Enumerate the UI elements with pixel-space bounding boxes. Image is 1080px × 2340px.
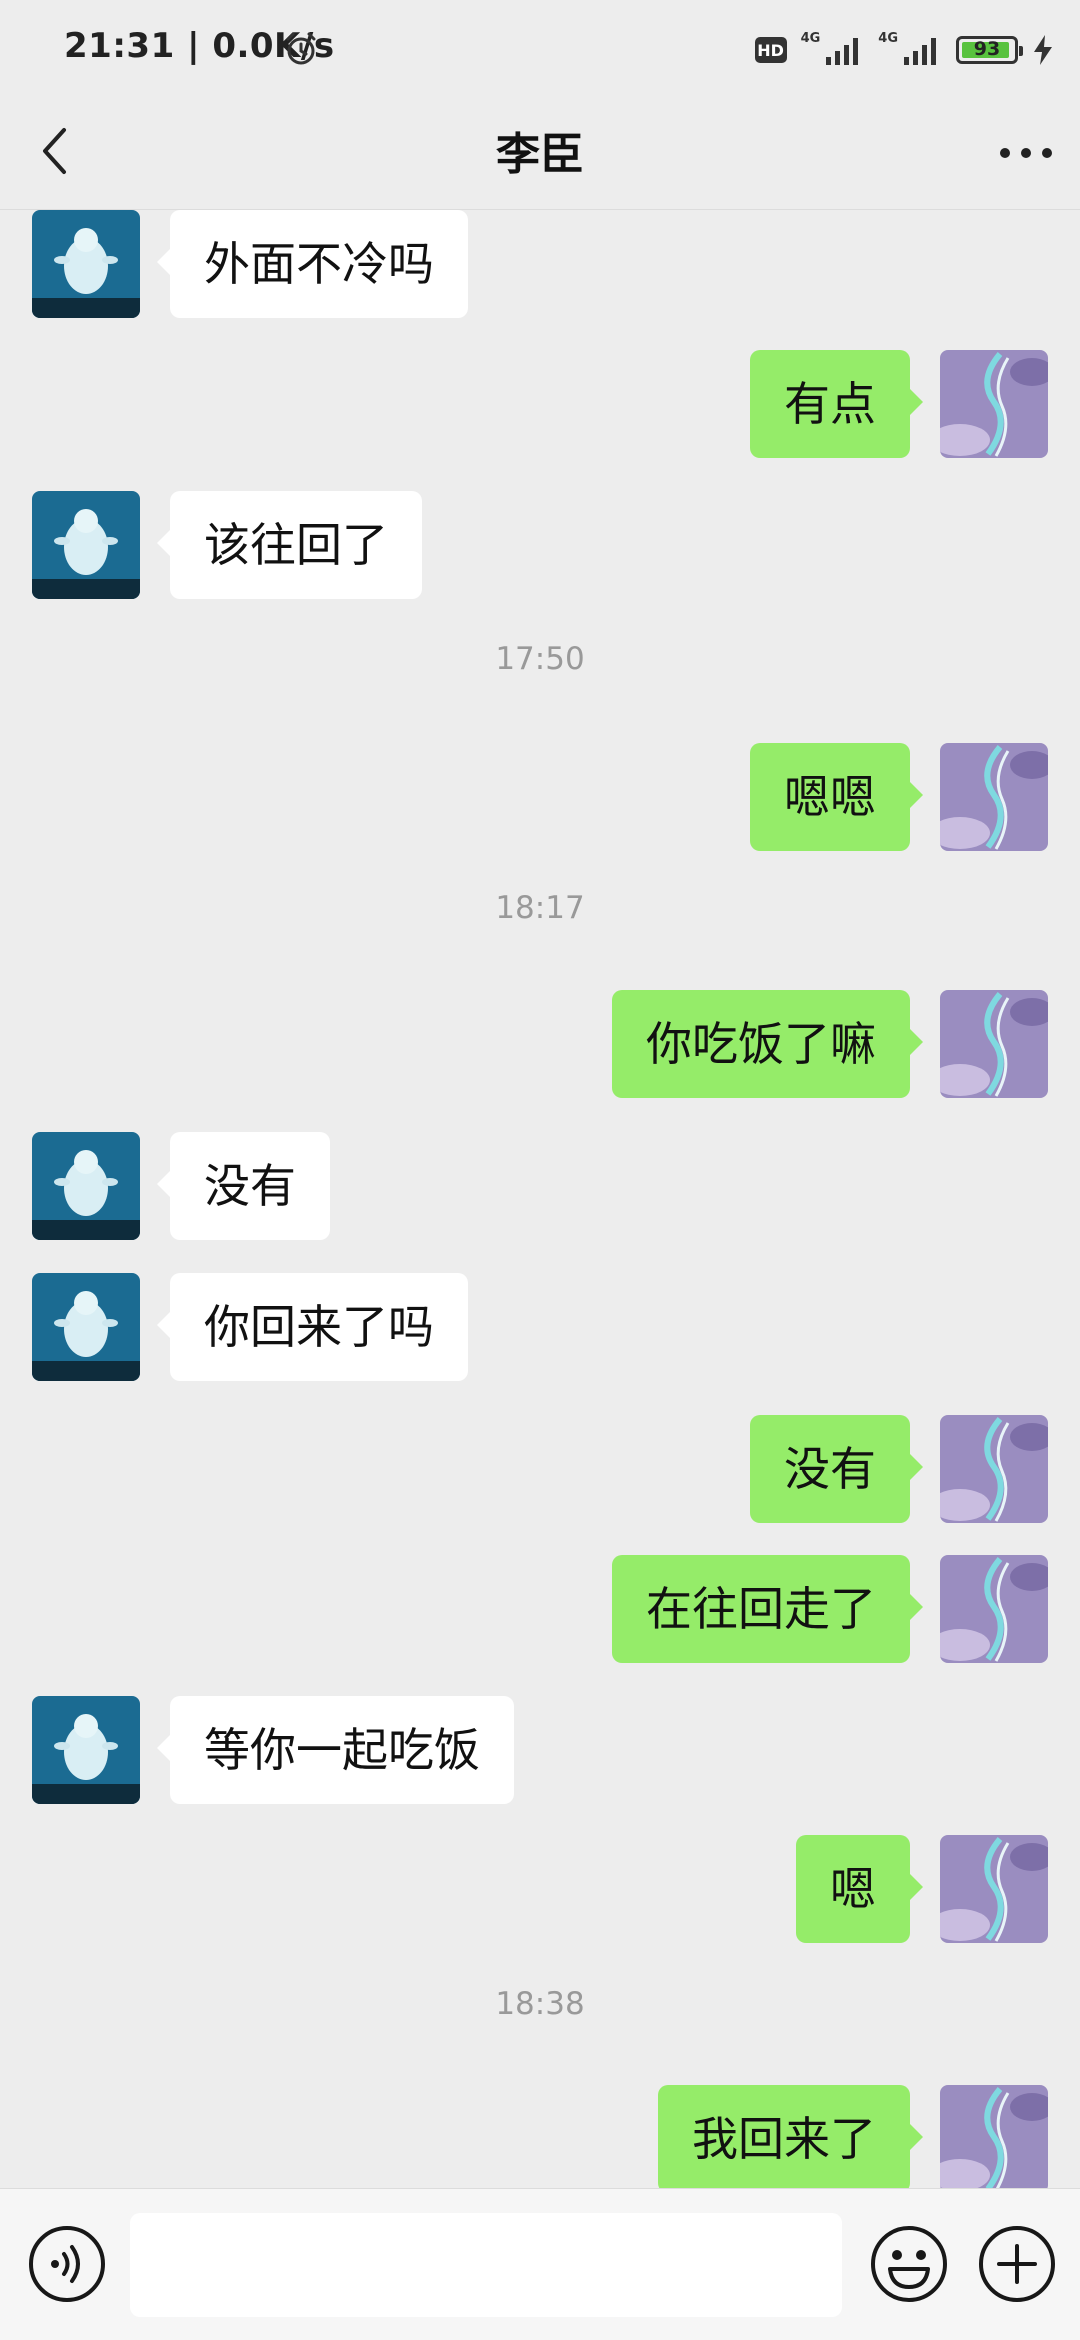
network-type-label: 4G xyxy=(878,30,898,46)
message-timestamp: 18:38 xyxy=(495,1986,585,2022)
outgoing-message: 没有 xyxy=(0,1415,1080,1523)
message-bubble[interactable]: 没有 xyxy=(750,1415,923,1523)
hd-badge: HD xyxy=(754,37,787,63)
emoji-icon xyxy=(871,2226,947,2302)
contact-avatar[interactable] xyxy=(32,491,140,599)
input-bar xyxy=(0,2188,1080,2340)
chat-title: 李臣 xyxy=(496,129,584,180)
charging-icon xyxy=(1034,35,1052,65)
outgoing-message: 你吃饭了嘛 xyxy=(0,990,1080,1098)
my-avatar[interactable] xyxy=(940,1835,1048,1943)
voice-icon xyxy=(29,2226,105,2302)
my-avatar[interactable] xyxy=(940,743,1048,851)
emoji-button[interactable] xyxy=(868,2223,950,2309)
message-bubble[interactable]: 该往回了 xyxy=(157,491,422,599)
status-bar: 21:31 | 0.0K/s HD 4G 4G 93 xyxy=(0,0,1080,96)
message-bubble[interactable]: 嗯 xyxy=(796,1835,923,1943)
my-avatar[interactable] xyxy=(940,1555,1048,1663)
outgoing-message: 嗯嗯 xyxy=(0,743,1080,851)
message-input[interactable] xyxy=(130,2213,842,2317)
voice-button[interactable] xyxy=(26,2223,108,2309)
more-dots-icon xyxy=(1000,148,1052,158)
my-avatar[interactable] xyxy=(940,2085,1048,2188)
message-bubble[interactable]: 等你一起吃饭 xyxy=(157,1696,514,1804)
message-bubble[interactable]: 在往回走了 xyxy=(612,1555,923,1663)
message-bubble[interactable]: 有点 xyxy=(750,350,923,458)
my-avatar[interactable] xyxy=(940,1415,1048,1523)
network-type-label: 4G xyxy=(800,30,821,46)
my-avatar[interactable] xyxy=(940,990,1048,1098)
signal-icon xyxy=(826,38,859,65)
incoming-message: 你回来了吗 xyxy=(0,1273,1080,1381)
incoming-message: 该往回了 xyxy=(0,491,1080,599)
battery-level: 93 xyxy=(973,38,1001,60)
alarm-icon xyxy=(286,32,316,65)
chat-header: 李臣 xyxy=(0,96,1080,210)
my-avatar[interactable] xyxy=(940,350,1048,458)
more-button[interactable] xyxy=(988,118,1064,188)
plus-icon xyxy=(979,2226,1055,2302)
message-bubble[interactable]: 你吃饭了嘛 xyxy=(612,990,923,1098)
contact-avatar[interactable] xyxy=(32,1132,140,1240)
plus-button[interactable] xyxy=(976,2223,1058,2309)
message-timestamp: 18:17 xyxy=(495,890,585,926)
message-bubble[interactable]: 我回来了 xyxy=(658,2085,923,2188)
incoming-message: 没有 xyxy=(0,1132,1080,1240)
battery-icon: 93 xyxy=(956,36,1023,64)
message-bubble[interactable]: 嗯嗯 xyxy=(750,743,923,851)
message-bubble[interactable]: 外面不冷吗 xyxy=(157,210,468,318)
outgoing-message: 嗯 xyxy=(0,1835,1080,1943)
contact-avatar[interactable] xyxy=(32,210,140,318)
chat-messages[interactable]: 外面不冷吗 有点 该往回了 17:50 嗯嗯 18:17 你吃饭了嘛 没有 你回来了吗 没有 在往回… xyxy=(0,210,1080,2188)
signal-icon xyxy=(904,38,936,65)
outgoing-message: 在往回走了 xyxy=(0,1555,1080,1663)
message-bubble[interactable]: 没有 xyxy=(157,1132,330,1240)
message-bubble[interactable]: 你回来了吗 xyxy=(157,1273,468,1381)
contact-avatar[interactable] xyxy=(32,1273,140,1381)
outgoing-message: 我回来了 xyxy=(0,2085,1080,2188)
incoming-message: 等你一起吃饭 xyxy=(0,1696,1080,1804)
message-timestamp: 17:50 xyxy=(495,641,585,677)
outgoing-message: 有点 xyxy=(0,350,1080,458)
incoming-message: 外面不冷吗 xyxy=(0,210,1080,318)
contact-avatar[interactable] xyxy=(32,1696,140,1804)
